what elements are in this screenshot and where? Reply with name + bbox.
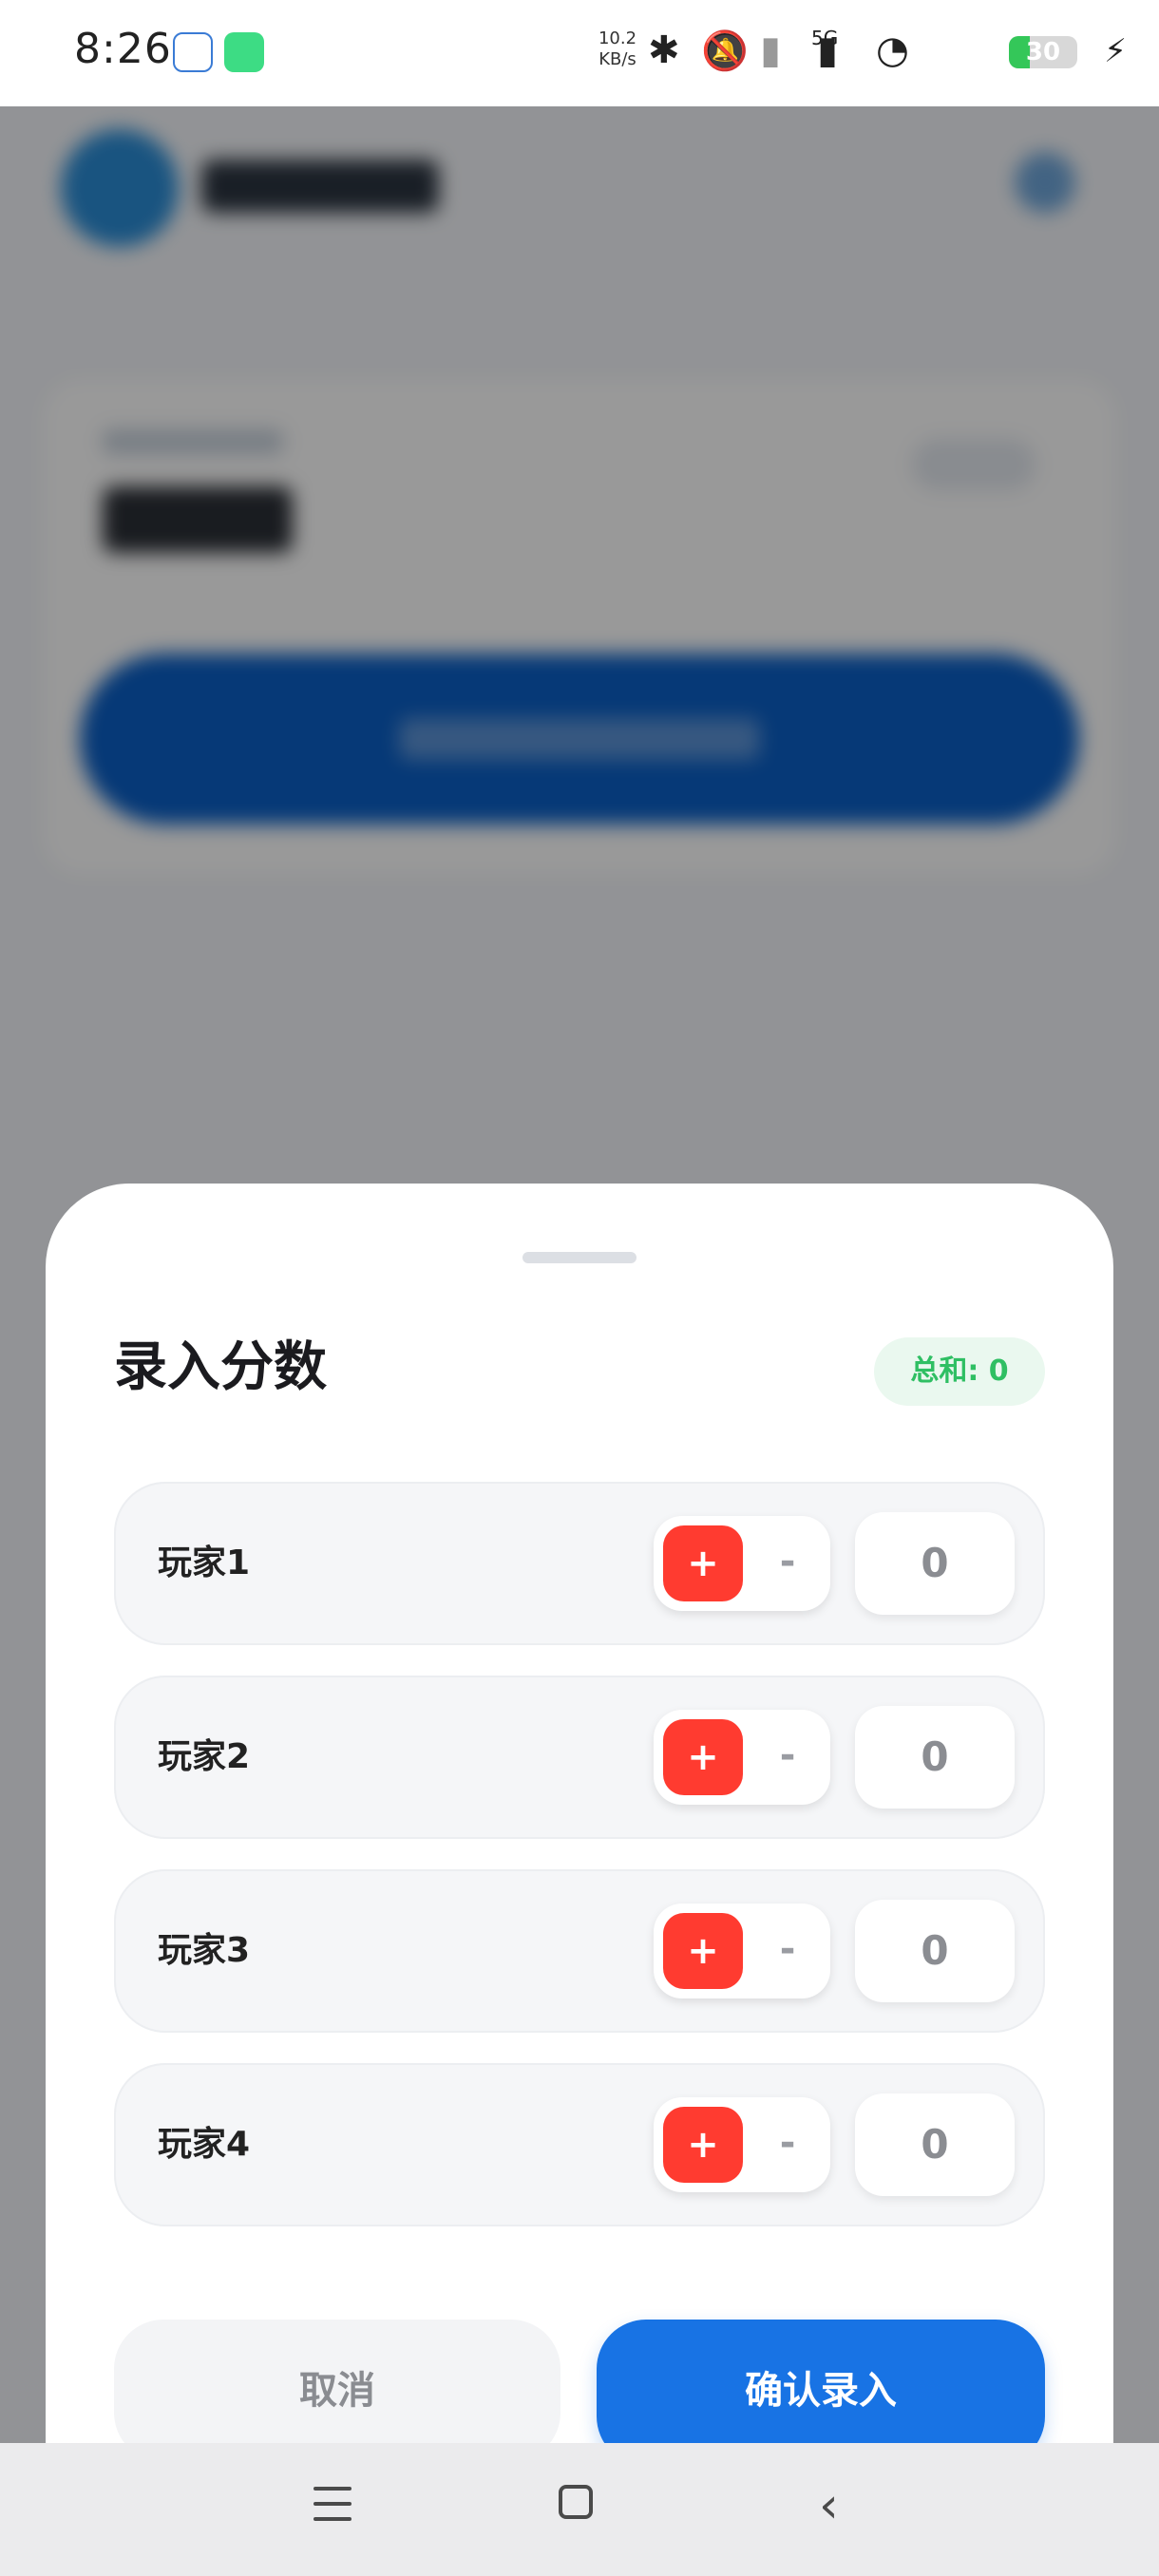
charging-icon: ⚡ [1104,32,1127,70]
player-row: 玩家1 + - 0 [114,1482,1045,1645]
player-name: 玩家4 [158,2125,251,2164]
decrement-button[interactable]: - [754,1913,821,1989]
increment-button[interactable]: + [663,1913,743,1989]
sum-badge: 总和: 0 [874,1337,1045,1406]
back-icon[interactable]: ‹ [819,2481,839,2530]
score-stepper: + - [654,2097,830,2192]
bluetooth-icon: ✱ [648,28,680,72]
player-name: 玩家1 [158,1544,251,1582]
cancel-button[interactable]: 取消 [114,2320,560,2462]
increment-button[interactable]: + [663,1719,743,1795]
score-stepper: + - [654,1710,830,1805]
status-time: 8:26 [74,25,172,73]
player-row: 玩家4 + - 0 [114,2063,1045,2226]
battery-icon: 30 [1009,36,1077,68]
score-stepper: + - [654,1516,830,1611]
decrement-button[interactable]: - [754,1719,821,1795]
wifi-icon: ◔ [876,28,909,72]
player-row: 玩家3 + - 0 [114,1869,1045,2033]
android-icon [224,32,264,72]
sheet-title: 录入分数 [114,1336,327,1398]
increment-button[interactable]: + [663,1525,743,1601]
score-entry-sheet: 录入分数 总和: 0 玩家1 + - 0 玩家2 + - 0 玩家3 + - 0… [46,1184,1113,2532]
score-input[interactable]: 0 [855,1512,1015,1615]
status-indicators: 10.2 KB/s ✱ 🔕 ▮ 5G ▮ ◔ 30 ⚡ [598,25,1130,82]
player-name: 玩家3 [158,1931,251,1970]
decrement-button[interactable]: - [754,1525,821,1601]
battery-level: 30 [1025,38,1061,66]
score-input[interactable]: 0 [855,1900,1015,2002]
cloud-icon [173,32,213,72]
navigation-bar: ‹ [0,2443,1159,2576]
mute-icon: 🔕 [701,29,749,73]
signal-icon: ▮ [760,28,782,72]
player-name: 玩家2 [158,1737,251,1776]
drag-handle[interactable] [522,1252,636,1263]
menu-icon[interactable] [314,2485,352,2523]
signal-strength-icon: ▮ [817,28,839,72]
network-speed-value: 10.2 [598,28,637,48]
score-input[interactable]: 0 [855,2093,1015,2196]
player-row: 玩家2 + - 0 [114,1676,1045,1839]
network-speed-unit: KB/s [598,49,636,69]
increment-button[interactable]: + [663,2107,743,2183]
score-input[interactable]: 0 [855,1706,1015,1809]
network-speed: 10.2 KB/s [589,28,646,70]
home-icon[interactable] [559,2485,593,2519]
decrement-button[interactable]: - [754,2107,821,2183]
score-stepper: + - [654,1904,830,1998]
status-bar: 8:26 10.2 KB/s ✱ 🔕 ▮ 5G ▮ ◔ 30 ⚡ [0,0,1159,106]
